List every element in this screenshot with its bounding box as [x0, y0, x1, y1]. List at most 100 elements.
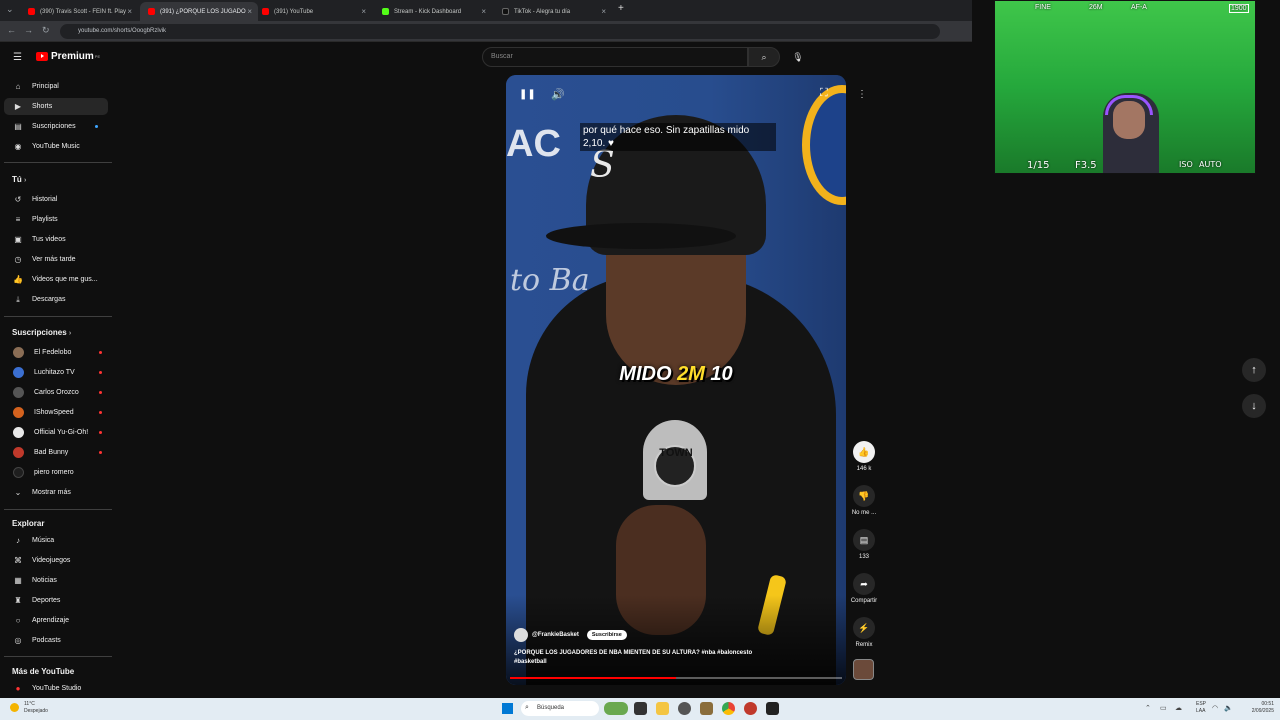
- browser-tab[interactable]: (391) YouTube ×: [254, 2, 372, 21]
- sidebar-item-home[interactable]: ⌂ Principal: [4, 78, 108, 95]
- sidebar-channel[interactable]: Official Yu-Gi-Oh!: [4, 424, 108, 441]
- close-tab-icon[interactable]: ×: [361, 7, 366, 16]
- new-tab-icon[interactable]: +: [618, 3, 624, 14]
- taskbar-app-icon[interactable]: [766, 702, 779, 715]
- taskbar-app-icon[interactable]: [700, 702, 713, 715]
- show-more-button[interactable]: ⌄ Mostrar más: [4, 484, 108, 501]
- sidebar-item-podcasts[interactable]: ◎ Podcasts: [4, 632, 108, 649]
- close-tab-icon[interactable]: ×: [481, 7, 486, 16]
- sidebar-item-news[interactable]: ▦ Noticias: [4, 572, 108, 589]
- fullscreen-button[interactable]: ⛶: [820, 87, 828, 100]
- youtube-favicon-icon: [148, 8, 155, 15]
- browser-tab-active[interactable]: (391) ¿PORQUE LOS JUGADO ×: [140, 2, 258, 21]
- sidebar-item-music[interactable]: ♪ Música: [4, 532, 108, 549]
- sidebar-item-watch-later[interactable]: ◷ Ver más tarde: [4, 251, 108, 268]
- sidebar-item-learning[interactable]: ○ Aprendizaje: [4, 612, 108, 629]
- channel-avatar: [13, 347, 24, 358]
- live-indicator-icon: [99, 451, 102, 454]
- sidebar-channel[interactable]: IShowSpeed: [4, 404, 108, 421]
- search-input[interactable]: Buscar: [482, 47, 748, 67]
- share-button[interactable]: ➦ Compartir: [849, 573, 879, 604]
- channel-avatar: [13, 467, 24, 478]
- channel-avatar[interactable]: [514, 628, 528, 642]
- file-explorer-icon[interactable]: [656, 702, 669, 715]
- shorts-video-player[interactable]: AC to Ba S TOWN por qué hace eso. Sin za…: [506, 75, 846, 685]
- you-section-title[interactable]: Tú ›: [12, 175, 26, 184]
- tab-title: TikTok - Alegra tu día: [514, 8, 571, 15]
- wifi-icon[interactable]: ◠: [1212, 704, 1218, 712]
- task-view-icon[interactable]: [634, 702, 647, 715]
- tab-title: (391) ¿PORQUE LOS JUGADO: [160, 8, 246, 15]
- sidebar-item-shorts[interactable]: ▶ Shorts: [4, 98, 108, 115]
- hamburger-menu-icon[interactable]: ☰: [13, 52, 22, 63]
- reload-icon[interactable]: ↻: [42, 25, 50, 36]
- sound-thumbnail[interactable]: [853, 659, 874, 680]
- previous-short-button[interactable]: ↑: [1242, 358, 1266, 382]
- channel-name[interactable]: @FrankieBasket: [532, 632, 579, 638]
- browser-tab[interactable]: (390) Travis Scott - FEIN ft. Play ×: [20, 2, 138, 21]
- sidebar-channel[interactable]: Carlos Orozco: [4, 384, 108, 401]
- sidebar-item-label: Podcasts: [32, 637, 61, 644]
- language-indicator[interactable]: ESP LAA: [1196, 701, 1206, 715]
- volume-button[interactable]: 🔊: [551, 88, 565, 101]
- browser-tab[interactable]: Stream - Kick Dashboard ×: [374, 2, 492, 21]
- sidebar-item-your-videos[interactable]: ▣ Tus videos: [4, 231, 108, 248]
- close-tab-icon[interactable]: ×: [601, 7, 606, 16]
- taskbar-search[interactable]: Búsqueda: [521, 701, 599, 716]
- tray-app-icon[interactable]: ▭: [1160, 704, 1167, 712]
- sidebar-item-liked-videos[interactable]: 👍 Videos que me gus...: [4, 271, 108, 288]
- sidebar-item-label: Deportes: [32, 597, 61, 604]
- taskbar-app-icon[interactable]: [678, 702, 691, 715]
- volume-icon[interactable]: 🔈: [1224, 704, 1233, 712]
- url-field[interactable]: youtube.com/shorts/OoogbRzlvik: [60, 24, 940, 39]
- sidebar-item-downloads[interactable]: ⤓ Descargas: [4, 291, 108, 308]
- chrome-icon[interactable]: [722, 702, 735, 715]
- voice-search-button[interactable]: 🎙: [788, 47, 808, 67]
- onedrive-icon[interactable]: ☁: [1175, 704, 1182, 712]
- browser-tab[interactable]: TikTok - Alegra tu día ×: [494, 2, 612, 21]
- next-short-button[interactable]: ↓: [1242, 394, 1266, 418]
- camera-focus-mode: AF-A: [1131, 4, 1147, 11]
- like-button[interactable]: 👍 146 k: [849, 441, 879, 472]
- sidebar-channel[interactable]: piero romero: [4, 464, 108, 481]
- clock[interactable]: 00:51 2/09/2025: [1240, 701, 1274, 715]
- close-tab-icon[interactable]: ×: [247, 7, 252, 16]
- video-title[interactable]: ¿PORQUE LOS JUGADORES DE NBA MIENTEN DE …: [514, 649, 754, 667]
- kick-favicon-icon: [382, 8, 389, 15]
- subscribe-button[interactable]: Suscribirse: [586, 630, 627, 640]
- watch-later-icon: ◷: [14, 255, 22, 264]
- taskbar-app-icon[interactable]: [604, 702, 628, 715]
- sidebar-item-youtube-studio[interactable]: ● YouTube Studio: [4, 680, 108, 697]
- close-tab-icon[interactable]: ×: [127, 7, 132, 16]
- remix-button[interactable]: ⚡ Remix: [849, 617, 879, 648]
- subscriptions-section-title[interactable]: Suscripciones ›: [12, 328, 71, 337]
- sidebar-item-playlists[interactable]: ≡ Playlists: [4, 211, 108, 228]
- sidebar-item-label: YouTube Music: [32, 143, 80, 150]
- pause-button[interactable]: ❚❚: [519, 89, 536, 100]
- sidebar-item-youtube-music[interactable]: ◉ YouTube Music: [4, 138, 108, 155]
- sidebar-item-label: Historial: [32, 196, 58, 203]
- forward-icon[interactable]: →: [24, 25, 33, 35]
- camera-quality: FINE: [1035, 4, 1051, 11]
- dislike-button[interactable]: 👎 No me ...: [849, 485, 879, 516]
- sidebar-item-history[interactable]: ↺ Historial: [4, 191, 108, 208]
- weather-widget[interactable]: 11°C Despejado: [24, 701, 48, 715]
- sidebar-channel[interactable]: El Fedelobo: [4, 344, 108, 361]
- sidebar-item-gaming[interactable]: ⌘ Videojuegos: [4, 552, 108, 569]
- sidebar-item-sports[interactable]: ♜ Deportes: [4, 592, 108, 609]
- camera-battery: 1900: [1229, 4, 1249, 13]
- progress-bar[interactable]: [510, 677, 842, 679]
- sidebar-item-subscriptions[interactable]: ▤ Suscripciones: [4, 118, 108, 135]
- divider: [4, 316, 112, 317]
- more-options-icon[interactable]: ⋮: [857, 89, 867, 100]
- sidebar-channel[interactable]: Bad Bunny: [4, 444, 108, 461]
- youtube-premium-logo[interactable]: Premium PE: [36, 51, 100, 62]
- tab-search-icon[interactable]: ⌄: [6, 4, 14, 15]
- comments-button[interactable]: ▤ 133: [849, 529, 879, 560]
- back-icon[interactable]: ←: [7, 25, 16, 35]
- sidebar-channel[interactable]: Luchitazo TV: [4, 364, 108, 381]
- chevron-up-icon[interactable]: ⌃: [1145, 704, 1151, 712]
- windows-start-icon[interactable]: [502, 703, 513, 714]
- taskbar-app-icon[interactable]: [744, 702, 757, 715]
- search-button[interactable]: ⌕: [748, 47, 780, 67]
